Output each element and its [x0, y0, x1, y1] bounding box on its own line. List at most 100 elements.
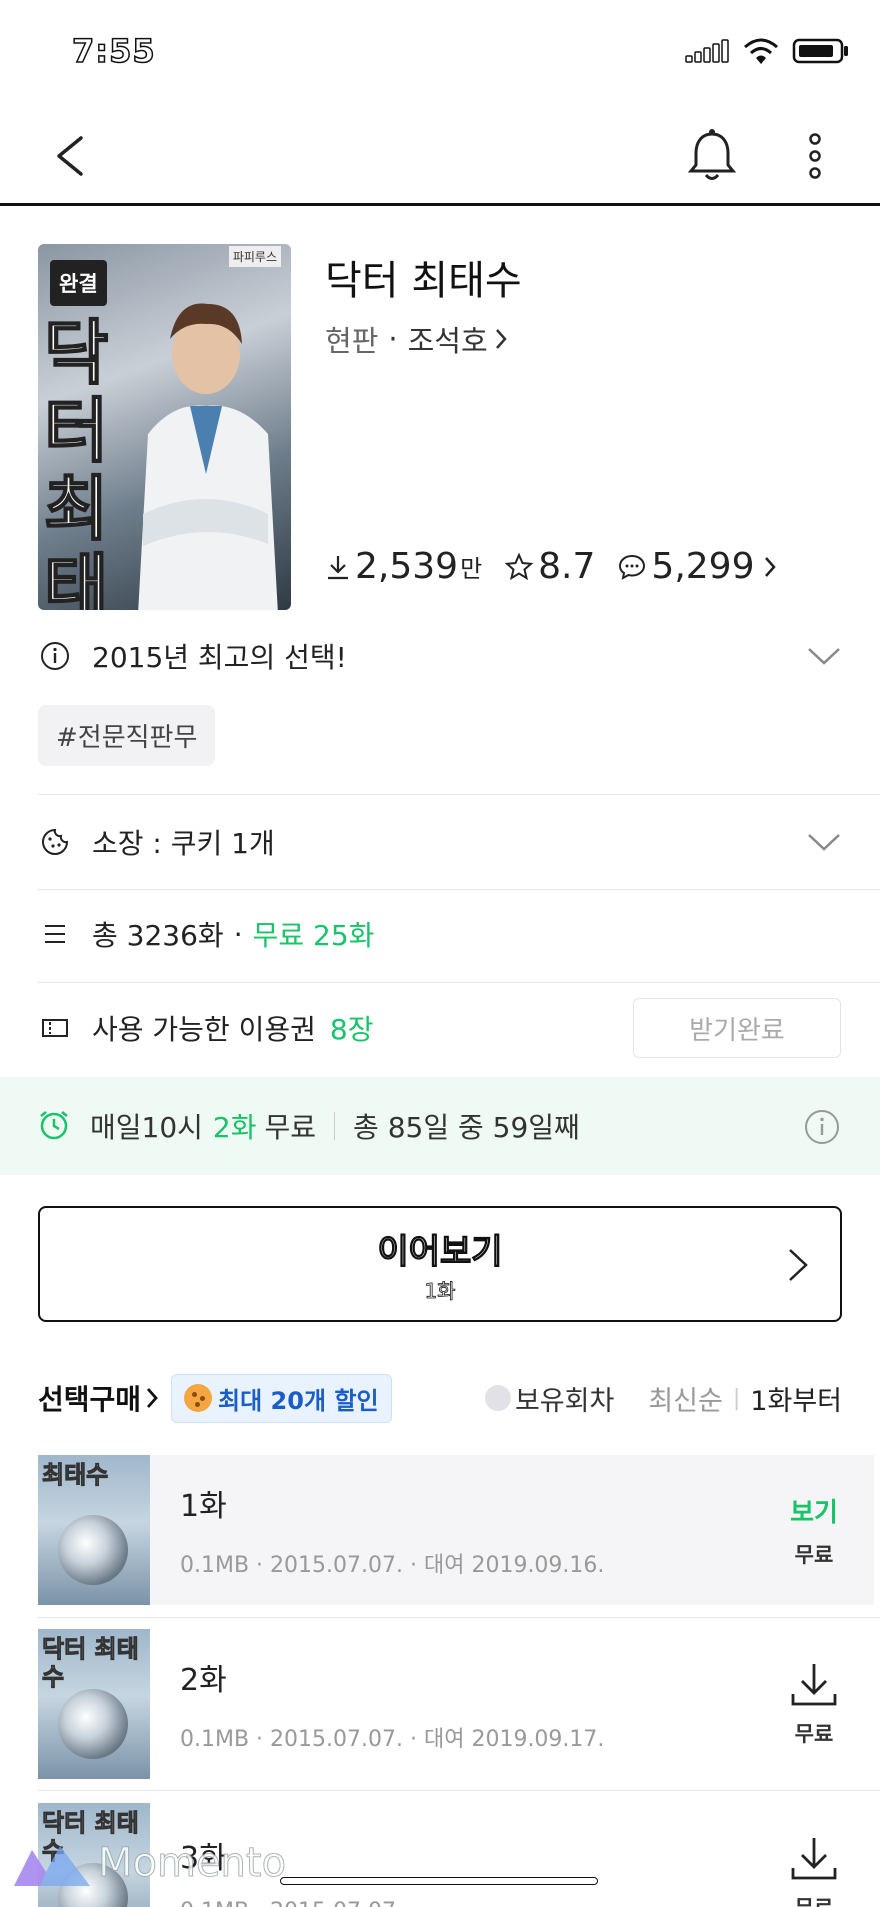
stethoscope-image [58, 1515, 128, 1585]
sort-separator: | [732, 1385, 741, 1411]
price-label: 무료 [795, 1892, 834, 1907]
comments-link[interactable]: 5,299 [617, 546, 778, 587]
episode-row[interactable]: 최태수 1화 0.1MB · 2015.07.07. · 대여 2019.09.… [38, 1455, 874, 1605]
owned-row[interactable]: 소장 : 쿠키 1개 [38, 822, 842, 862]
more-options-button[interactable] [790, 124, 840, 188]
episode-meta: 0.1MB · 2015.07.07. [180, 1899, 754, 1907]
daily-time: 매일10시 [90, 1111, 203, 1144]
discount-label: 최대 20개 할인 [218, 1386, 379, 1415]
divider [38, 889, 880, 890]
download-count: 2,539 [355, 546, 459, 587]
author-link[interactable]: 조석호 [408, 318, 508, 360]
cookie-icon [184, 1384, 213, 1412]
book-stats: 2,539 만 8.7 5,299 [325, 546, 778, 587]
episode-title: 1화 [180, 1489, 227, 1524]
daily-free-banner: 매일10시 2화 무료 총 85일 중 59일째 [0, 1077, 880, 1175]
divider [38, 1790, 880, 1791]
select-purchase-label: 선택구매 [38, 1383, 142, 1416]
download-icon [791, 1664, 837, 1706]
view-episode-button[interactable]: 보기 무료 [754, 1492, 874, 1569]
episode-thumbnail: 닥터 최태수 [38, 1629, 150, 1779]
ticket-count: 8장 [329, 1013, 374, 1046]
watermark-text: Momento [97, 1840, 287, 1887]
stethoscope-image [58, 1689, 128, 1759]
daily-free-label: 무료 [264, 1111, 317, 1144]
continue-episode: 1화 [424, 1279, 456, 1304]
download-icon [791, 1838, 837, 1880]
battery-icon [792, 37, 850, 69]
home-indicator[interactable] [280, 1877, 598, 1885]
thumbnail-title: 닥터 최태수 [42, 1634, 140, 1691]
comment-icon [617, 552, 647, 582]
bell-icon [687, 129, 737, 180]
episode-info: 1화 0.1MB · 2015.07.07. · 대여 2019.09.16. [180, 1481, 754, 1579]
chevron-right-icon [147, 1388, 158, 1408]
price-label: 무료 [794, 1722, 834, 1746]
chevron-down-icon [808, 648, 840, 665]
cover-illustration [138, 303, 278, 610]
notification-bell-button[interactable] [680, 124, 744, 188]
comment-count: 5,299 [651, 546, 755, 587]
divider [38, 794, 880, 795]
meta-separator: · [388, 322, 398, 356]
view-label: 보기 [790, 1497, 838, 1528]
separator [334, 1112, 336, 1140]
cover-title-art: 닥터 최태수 [43, 311, 109, 611]
episode-row[interactable]: 닥터 최태수 2화 0.1MB · 2015.07.07. · 대여 2019.… [38, 1629, 874, 1779]
download-episode-button[interactable]: 무료 [754, 1834, 874, 1907]
signal-icon [684, 38, 730, 68]
intro-text: 2015년 최고의 선택! [92, 641, 347, 674]
chevron-right-icon [495, 329, 507, 349]
publisher-label: 파피루스 [228, 246, 281, 267]
back-button[interactable] [40, 126, 100, 186]
daily-free-info: 매일10시 2화 무료 총 85일 중 59일째 [38, 1077, 580, 1175]
select-purchase-link[interactable]: 선택구매 [38, 1378, 159, 1418]
download-unit: 만 [460, 555, 483, 583]
daily-count: 2화 [212, 1111, 257, 1144]
price-label: 무료 [794, 1542, 834, 1567]
daily-progress: 총 85일 중 59일째 [353, 1111, 580, 1144]
continue-reading-button[interactable]: 이어보기 1화 [38, 1206, 842, 1322]
status-icons [684, 36, 850, 70]
episode-filters: 보유회차 최신순 | 1화부터 [484, 1370, 842, 1426]
daily-info-button[interactable] [804, 1109, 840, 1149]
discount-chip[interactable]: 최대 20개 할인 [171, 1373, 392, 1423]
status-bar: 7:55 [0, 0, 880, 110]
ticket-label: 사용 가능한 이용권 [92, 1013, 316, 1046]
top-navigation-bar [0, 110, 880, 206]
rating-value: 8.7 [538, 546, 596, 587]
info-icon [38, 639, 72, 673]
episode-meta: 0.1MB · 2015.07.07. · 대여 2019.09.16. [180, 1553, 605, 1578]
clock-icon [38, 1109, 72, 1143]
genre-tag[interactable]: #전문직판무 [38, 705, 216, 766]
chevron-right-icon [765, 556, 777, 577]
star-icon [504, 552, 534, 582]
radio-icon [484, 1385, 511, 1411]
sort-first-episode[interactable]: 1화부터 [750, 1379, 842, 1418]
download-icon [325, 553, 351, 581]
download-episode-button[interactable]: 무료 [754, 1660, 874, 1748]
receive-complete-button[interactable]: 받기완료 [633, 998, 841, 1058]
free-episodes: 무료 25화 [252, 919, 375, 952]
watermark: Momento [12, 1838, 287, 1888]
momento-logo-icon [14, 1846, 90, 1886]
info-icon [805, 1110, 839, 1144]
owned-text: 소장 : 쿠키 1개 [92, 827, 275, 860]
book-cover[interactable]: 완결 파피루스 닥터 최태수 [38, 244, 291, 610]
chevron-down-icon [808, 834, 840, 851]
completed-badge: 완결 [50, 260, 107, 306]
select-purchase-bar: 선택구매 최대 20개 할인 보유회차 최신순 | 1화부터 [38, 1370, 842, 1426]
chevron-left-icon [57, 136, 83, 176]
owned-filter-toggle[interactable]: 보유회차 [484, 1379, 648, 1418]
sort-newest[interactable]: 최신순 [648, 1379, 723, 1418]
total-episodes: 총 3236화 [92, 919, 224, 952]
ticket-icon [38, 1011, 72, 1045]
continue-label: 이어보기 [377, 1231, 503, 1272]
author-name: 조석호 [407, 324, 488, 358]
episode-info: 2화 0.1MB · 2015.07.07. · 대여 2019.09.17. [180, 1655, 754, 1753]
intro-row[interactable]: 2015년 최고의 선택! [38, 636, 842, 676]
book-title: 닥터 최태수 [325, 258, 522, 304]
cookie-icon [38, 825, 72, 859]
summary-separator: · [233, 917, 243, 951]
episode-thumbnail: 최태수 [38, 1455, 150, 1605]
